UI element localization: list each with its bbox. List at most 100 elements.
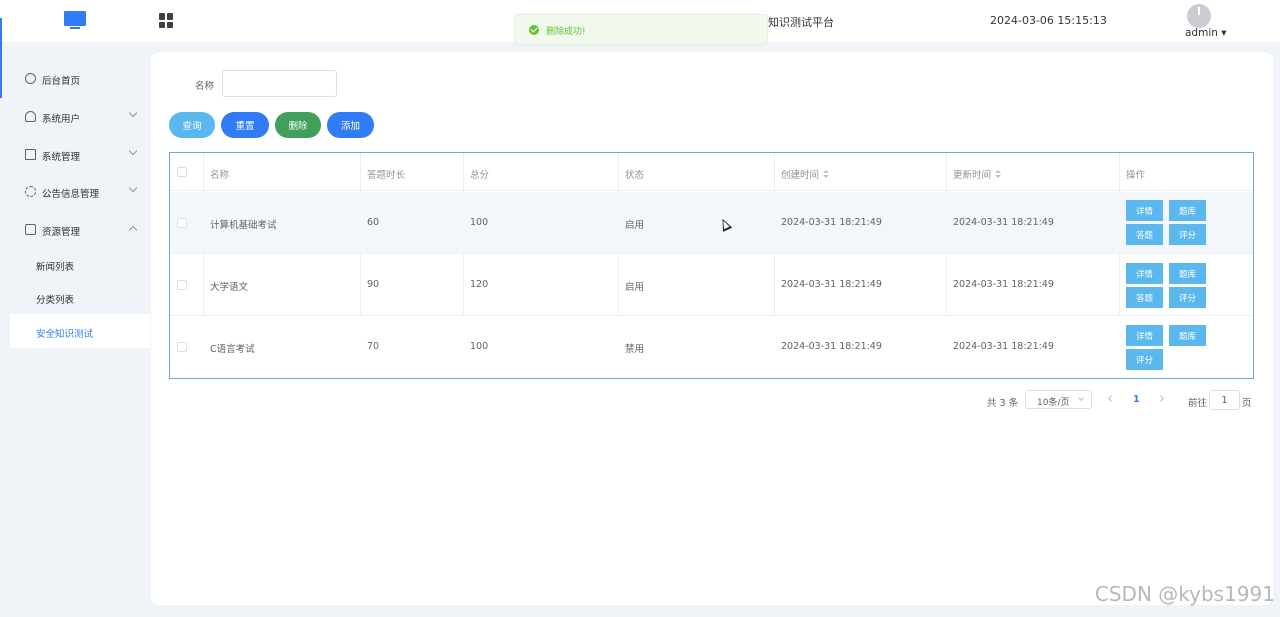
cell-created: 2024-03-31 18:21:49	[781, 279, 882, 290]
grade-button[interactable]: 评分	[1169, 287, 1206, 308]
cell-updated: 2024-03-31 18:21:49	[953, 279, 1054, 290]
column-header-created[interactable]: 创建时间	[781, 167, 830, 181]
sort-icon[interactable]	[995, 170, 1002, 179]
spark-icon	[25, 186, 36, 197]
detail-button[interactable]: 详情	[1126, 325, 1163, 346]
sidebar-item-label: 资源管理	[42, 227, 81, 238]
page-size-value: 10条/页	[1037, 398, 1070, 408]
column-header-actions: 操作	[1126, 170, 1146, 181]
sidebar-item-label: 系统管理	[42, 152, 81, 163]
user-icon	[25, 111, 36, 122]
exam-table: 名称 答题时长 总分 状态 创建时间 更新时间 操作 计算机基础考试 60 10…	[169, 152, 1254, 379]
column-header-updated-label: 更新时间	[953, 170, 992, 181]
sidebar-subitem-news[interactable]: 新闻列表	[10, 247, 150, 281]
folder-icon	[25, 149, 36, 160]
column-header-name: 名称	[210, 170, 230, 181]
detail-button[interactable]: 详情	[1126, 263, 1163, 284]
sidebar-subitem-label: 安全知识测试	[36, 329, 94, 340]
column-header-score: 总分	[470, 170, 490, 181]
cell-score: 120	[470, 279, 489, 290]
cell-duration: 70	[367, 341, 380, 352]
row-checkbox[interactable]	[177, 280, 187, 290]
select-all-checkbox[interactable]	[177, 167, 187, 177]
next-page-icon[interactable]	[1156, 394, 1165, 403]
sidebar-item-label: 公告信息管理	[42, 189, 100, 200]
goto-label: 前往	[1188, 398, 1208, 409]
cell-score: 100	[470, 341, 489, 352]
monitor-logo-icon	[64, 11, 86, 31]
question-bank-button[interactable]: 题库	[1169, 325, 1206, 346]
check-circle-icon	[529, 25, 539, 35]
sidebar-item-dashboard[interactable]: 后台首页	[10, 61, 150, 95]
cell-duration: 60	[367, 217, 380, 228]
row-checkbox[interactable]	[177, 342, 187, 352]
page-size-select[interactable]: 10条/页	[1025, 390, 1092, 409]
main-panel: 名称 查询 重置 删除 添加 名称 答题时长 总分 状态 创建时间 更新时间 操…	[151, 52, 1273, 605]
row-checkbox[interactable]	[177, 218, 187, 228]
answer-button[interactable]: 答题	[1126, 224, 1163, 245]
name-filter-label: 名称	[195, 81, 215, 92]
printer-icon	[25, 224, 36, 235]
table-row: 大学语文 90 120 启用 2024-03-31 18:21:49 2024-…	[170, 254, 1253, 316]
column-header-status: 状态	[625, 170, 645, 181]
page-number-current[interactable]: 1	[1133, 394, 1140, 405]
column-header-duration: 答题时长	[367, 170, 406, 181]
answer-button[interactable]: 答题	[1126, 287, 1163, 308]
question-bank-button[interactable]: 题库	[1169, 200, 1206, 221]
cell-status: 禁用	[625, 344, 645, 355]
grade-button[interactable]: 评分	[1169, 224, 1206, 245]
cell-status: 启用	[625, 220, 645, 231]
success-toast: 删除成功!	[514, 14, 768, 45]
goto-page-suffix: 页	[1242, 398, 1252, 409]
avatar[interactable]	[1187, 4, 1211, 28]
sidebar-subitem-label: 分类列表	[36, 295, 75, 306]
add-button[interactable]: 添加	[327, 112, 374, 138]
cell-created: 2024-03-31 18:21:49	[781, 341, 882, 352]
chevron-down-icon	[128, 146, 138, 156]
table-row: 计算机基础考试 60 100 启用 2024-03-31 18:21:49 20…	[170, 192, 1253, 254]
prev-page-icon[interactable]	[1107, 394, 1116, 403]
sidebar-item-system-management[interactable]: 系统管理	[10, 137, 150, 171]
delete-button[interactable]: 删除	[275, 112, 321, 138]
chevron-down-icon	[128, 108, 138, 118]
cell-score: 100	[470, 217, 489, 228]
sidebar-item-label: 系统用户	[42, 114, 81, 125]
cell-name: 大学语文	[210, 282, 249, 293]
sidebar-item-announcements[interactable]: 公告信息管理	[10, 174, 150, 208]
sidebar-item-resources[interactable]: 资源管理	[10, 212, 150, 246]
chevron-down-icon	[1078, 395, 1084, 401]
sidebar-item-label: 后台首页	[42, 76, 81, 87]
toast-message: 删除成功!	[546, 27, 586, 37]
table-row: C语言考试 70 100 禁用 2024-03-31 18:21:49 2024…	[170, 316, 1253, 378]
cell-duration: 90	[367, 279, 380, 290]
chevron-up-icon	[128, 225, 138, 235]
reset-button[interactable]: 重置	[221, 112, 269, 138]
detail-button[interactable]: 详情	[1126, 200, 1163, 221]
grade-button[interactable]: 评分	[1126, 349, 1163, 370]
clock-icon	[25, 73, 36, 84]
sort-icon[interactable]	[823, 170, 830, 179]
sidebar: 后台首页 系统用户 系统管理 公告信息管理 资源管理 新闻列表 分类列表 安全知…	[10, 52, 150, 612]
table-header: 名称 答题时长 总分 状态 创建时间 更新时间 操作	[170, 153, 1253, 191]
platform-title: 知识测试平台	[768, 16, 834, 29]
sidebar-item-system-users[interactable]: 系统用户	[10, 99, 150, 133]
cell-status: 启用	[625, 282, 645, 293]
query-button[interactable]: 查询	[169, 112, 215, 138]
sidebar-subitem-safety-test[interactable]: 安全知识测试	[10, 314, 150, 348]
cell-updated: 2024-03-31 18:21:49	[953, 217, 1054, 228]
watermark: CSDN @kybs1991	[1094, 582, 1275, 606]
sidebar-subitem-label: 新闻列表	[36, 262, 75, 273]
user-menu[interactable]: admin ▾	[1185, 27, 1227, 39]
column-header-created-label: 创建时间	[781, 170, 820, 181]
cell-updated: 2024-03-31 18:21:49	[953, 341, 1054, 352]
app-grid-icon[interactable]	[159, 13, 174, 28]
sidebar-subitem-categories[interactable]: 分类列表	[10, 280, 150, 314]
column-header-updated[interactable]: 更新时间	[953, 167, 1002, 181]
header-datetime: 2024-03-06 15:15:13	[990, 14, 1107, 27]
name-filter-input[interactable]	[222, 70, 337, 97]
question-bank-button[interactable]: 题库	[1169, 263, 1206, 284]
chevron-down-icon	[128, 183, 138, 193]
cell-name: 计算机基础考试	[210, 220, 277, 231]
goto-page-input[interactable]	[1209, 390, 1240, 410]
window-edge-divider	[0, 18, 2, 98]
